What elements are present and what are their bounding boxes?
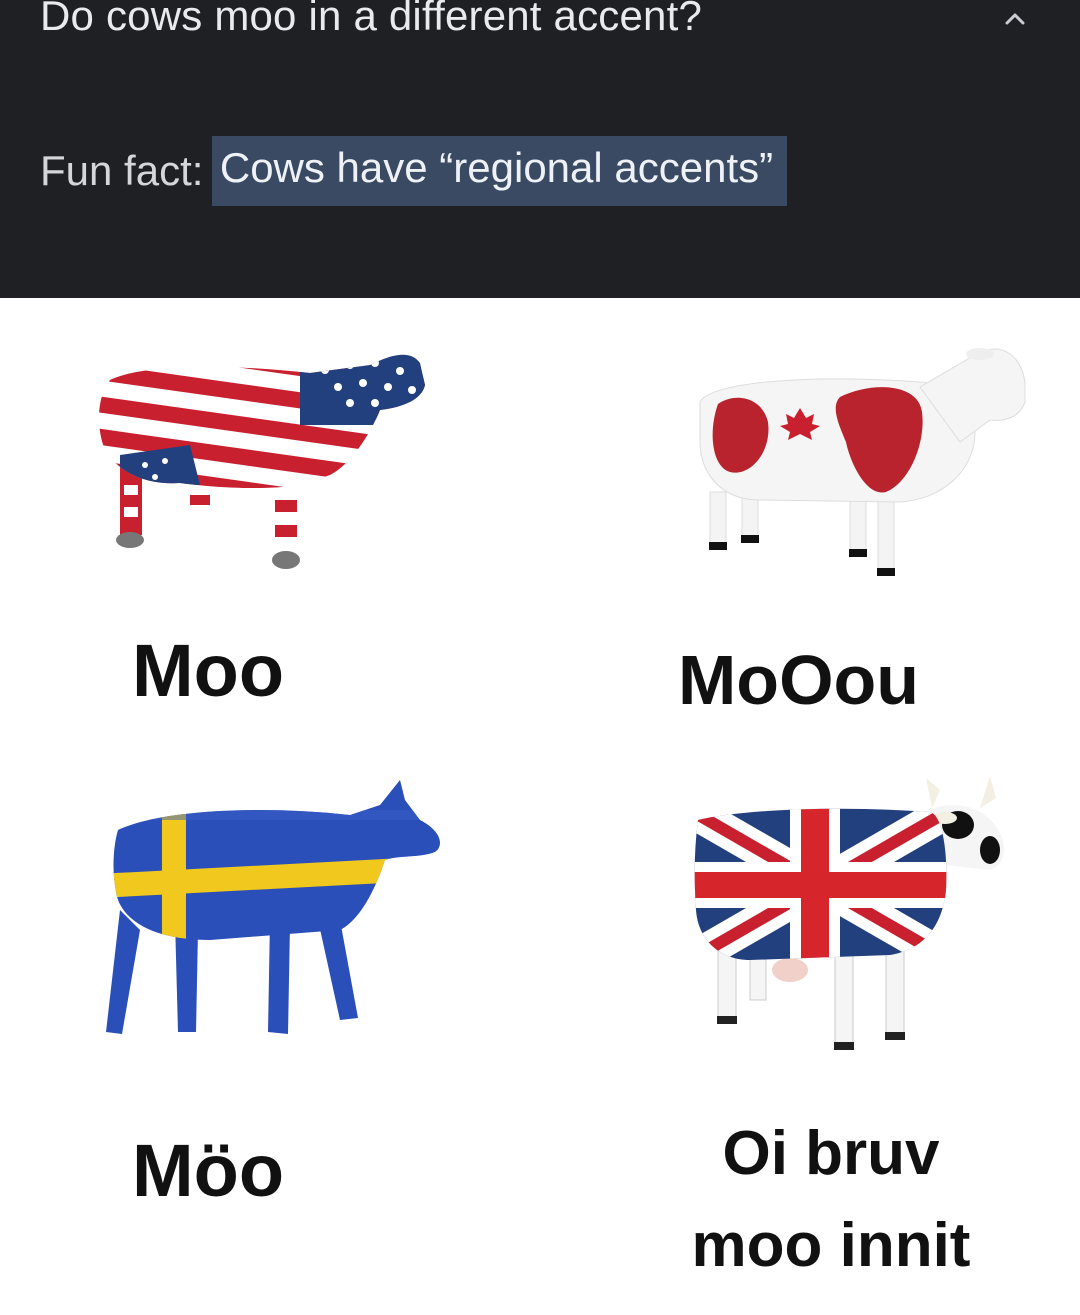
uk-cow-caption-line1: Oi bruv bbox=[722, 1119, 940, 1188]
question-row[interactable]: Do cows moo in a different accent? bbox=[0, 0, 1080, 60]
sweden-cow-caption: Möo bbox=[132, 1129, 285, 1212]
uk-cow-caption-line2: moo innit bbox=[691, 1211, 971, 1280]
swedish-flag-cow-image bbox=[106, 780, 440, 1034]
union-jack-cow-image bbox=[694, 776, 1005, 1050]
chevron-up-icon[interactable] bbox=[1000, 6, 1030, 30]
usa-cow-caption: Moo bbox=[132, 629, 285, 712]
fun-fact-highlight: Cows have “regional accents” bbox=[211, 136, 788, 206]
question-text: Do cows moo in a different accent? bbox=[40, 0, 703, 39]
fun-fact-label: Fun fact: bbox=[40, 147, 204, 194]
fun-fact: Fun fact: Cows have “regional accents” bbox=[40, 136, 788, 210]
uk-cow-caption: Oi bruv moo innit bbox=[636, 1108, 1026, 1292]
canada-cow-caption: MoOou bbox=[678, 641, 920, 719]
search-answer-panel: Do cows moo in a different accent? Fun f… bbox=[0, 0, 1080, 298]
american-flag-cow-image bbox=[98, 354, 426, 569]
canadian-flag-cow-image bbox=[699, 348, 1026, 576]
